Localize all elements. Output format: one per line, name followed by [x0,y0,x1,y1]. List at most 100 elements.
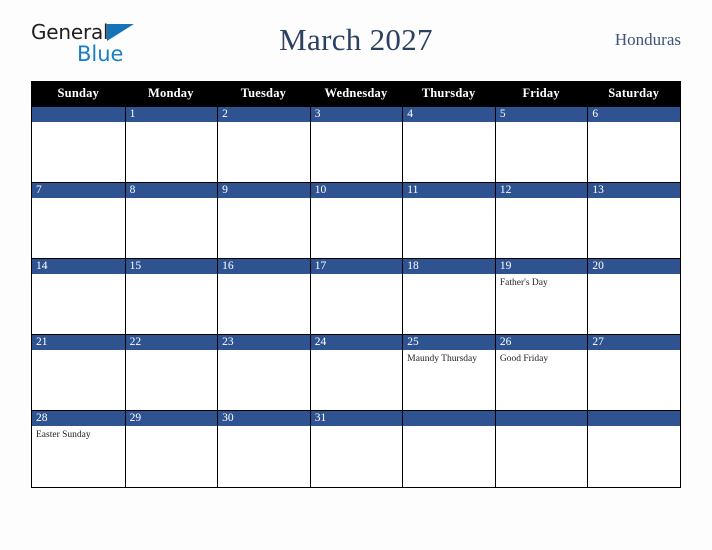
day-events [311,426,403,429]
general-blue-logo[interactable]: General Blue [31,16,181,65]
day-events [588,122,680,125]
calendar-day-cell[interactable]: 4 [402,107,495,183]
day-events [32,122,125,125]
calendar-week-row: 28 Easter Sunday 29 30 31 [32,411,680,487]
calendar-day-cell-empty[interactable] [32,107,125,183]
calendar-day-cell[interactable]: 21 [32,335,125,411]
calendar-day-cell[interactable]: 16 [217,259,310,335]
triangle-icon [107,23,135,41]
day-events [218,274,310,277]
page-title: March 2027 [279,22,433,57]
calendar-day-cell-empty[interactable] [402,411,495,487]
calendar-day-cell[interactable]: 23 [217,335,310,411]
day-events [496,426,588,429]
day-events [588,198,680,201]
page-header: General Blue March 2027 Honduras [0,0,712,80]
day-number: 31 [310,411,403,426]
logo-top-row: General [31,20,181,42]
holiday-label: Father's Day [499,278,548,288]
calendar-day-cell[interactable]: 20 [587,259,680,335]
calendar-grid: Sunday Monday Tuesday Wednesday Thursday… [31,81,681,488]
calendar-day-cell-empty[interactable] [587,411,680,487]
day-events [126,426,218,429]
holiday-label: Good Friday [499,354,549,364]
day-number: 6 [588,107,680,122]
calendar-day-cell[interactable]: 28 Easter Sunday [32,411,125,487]
calendar-day-cell[interactable]: 6 [587,107,680,183]
calendar-day-cell[interactable]: 10 [309,183,403,259]
dow-sunday: Sunday [57,86,100,100]
day-events [218,350,310,353]
calendar-day-cell[interactable]: 15 [124,259,218,335]
day-events: Maundy Thursday [403,350,495,365]
calendar-day-cell[interactable]: 27 [587,335,680,411]
day-number: 13 [588,183,680,198]
calendar-day-cell[interactable]: 7 [32,183,125,259]
logo-bottom-row: Blue [31,43,181,65]
day-number: 5 [495,107,588,122]
calendar-day-cell[interactable]: 31 [309,411,403,487]
calendar-day-cell[interactable]: 1 [124,107,218,183]
dow-saturday: Saturday [608,86,660,100]
day-events [311,350,403,353]
day-of-week-header: Sunday Monday Tuesday Wednesday Thursday… [32,81,680,107]
calendar-week-row: 14 15 16 17 18 19 Father's Day 20 [32,259,680,335]
calendar-day-cell[interactable]: 19 Father's Day [494,259,588,335]
calendar-day-cell[interactable]: 18 [402,259,495,335]
calendar-day-cell[interactable]: 8 [124,183,218,259]
dow-thursday: Thursday [421,86,476,100]
day-events [126,350,218,353]
day-events [588,426,680,429]
day-number [403,411,495,426]
day-number: 19 [495,259,588,274]
calendar-day-cell[interactable]: 14 [32,259,125,335]
calendar-day-cell[interactable]: 13 [587,183,680,259]
calendar-day-cell[interactable]: 5 [494,107,588,183]
calendar-day-cell[interactable]: 17 [309,259,403,335]
day-events [218,426,310,429]
calendar-day-cell[interactable]: 12 [494,183,588,259]
calendar-page: General Blue March 2027 Honduras Sunday … [0,0,712,550]
day-number [32,107,125,122]
day-events [32,274,125,277]
day-number: 21 [32,335,125,350]
day-number: 28 [32,411,125,426]
calendar-day-cell[interactable]: 26 Good Friday [494,335,588,411]
calendar-day-cell[interactable]: 22 [124,335,218,411]
day-events [496,122,588,125]
calendar-week-row: 7 8 9 10 11 12 13 [32,183,680,259]
day-events [403,198,495,201]
calendar-day-cell[interactable]: 2 [217,107,310,183]
day-number: 3 [310,107,403,122]
day-number: 29 [125,411,218,426]
day-number: 10 [310,183,403,198]
day-number: 8 [125,183,218,198]
holiday-label: Easter Sunday [36,430,91,440]
day-number: 11 [403,183,495,198]
day-number: 23 [218,335,310,350]
holiday-label: Maundy Thursday [407,354,478,364]
day-number: 2 [218,107,310,122]
day-number: 15 [125,259,218,274]
day-number: 17 [310,259,403,274]
day-number: 20 [588,259,680,274]
day-events: Good Friday [496,350,588,365]
calendar-day-cell[interactable]: 29 [124,411,218,487]
calendar-day-cell[interactable]: 3 [309,107,403,183]
calendar-week-row: 21 22 23 24 25 Maundy Thursday 26 Good Friday 27 [32,335,680,411]
day-number: 14 [32,259,125,274]
calendar-day-cell[interactable]: 9 [217,183,310,259]
day-events [218,198,310,201]
day-number: 4 [403,107,495,122]
day-events: Father's Day [496,274,588,289]
calendar-day-cell[interactable]: 25 Maundy Thursday [402,335,495,411]
calendar-day-cell[interactable]: 30 [217,411,310,487]
day-events [126,198,218,201]
calendar-day-cell-empty[interactable] [494,411,588,487]
logo-text-general: General [31,19,109,44]
dow-wednesday: Wednesday [324,86,388,100]
day-number: 27 [588,335,680,350]
day-events [588,274,680,277]
calendar-day-cell[interactable]: 11 [402,183,495,259]
calendar-day-cell[interactable]: 24 [309,335,403,411]
